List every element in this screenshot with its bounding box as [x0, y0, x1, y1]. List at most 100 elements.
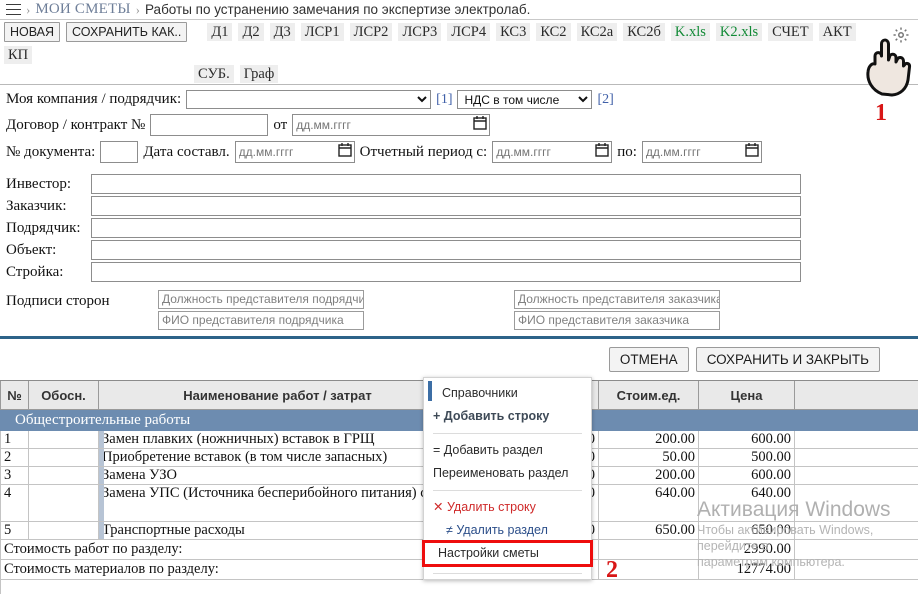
tag-akt[interactable]: АКТ: [818, 23, 856, 41]
tag-ks3[interactable]: КС3: [496, 23, 531, 41]
tag-d3[interactable]: Д3: [269, 23, 295, 41]
header-name[interactable]: Наименование работ / затрат: [98, 381, 457, 410]
tag-ks2[interactable]: КС2: [536, 23, 571, 41]
object-input[interactable]: [91, 240, 801, 260]
contract-date-wrap: [292, 114, 491, 136]
tag-k-xls[interactable]: K.xls: [670, 23, 710, 41]
tag-kp[interactable]: КП: [4, 46, 33, 64]
total-works-pad3: [794, 539, 918, 560]
contractor-position-field[interactable]: Должность представителя подрядчика: [158, 290, 364, 309]
header-price[interactable]: Цена: [698, 381, 795, 410]
header-unit-cost[interactable]: Стоим.ед.: [598, 381, 699, 410]
form-actions: ОТМЕНА СОХРАНИТЬ И ЗАКРЫТЬ: [0, 339, 918, 380]
vat-select[interactable]: НДС в том числе: [457, 90, 593, 109]
row-unit-cost[interactable]: 50.00: [598, 448, 699, 467]
row-name[interactable]: Замен плавких (ножничных) вставок в ГРЩ: [98, 430, 457, 449]
row-grip[interactable]: [99, 522, 104, 539]
toolbar: НОВАЯ СОХРАНИТЬ КАК.. Д1 Д2 Д3 ЛСР1 ЛСР2…: [0, 20, 918, 85]
compile-date-input[interactable]: [234, 141, 355, 163]
row-grip[interactable]: [99, 467, 104, 484]
period-to-input[interactable]: [641, 141, 762, 163]
parties-block: Инвестор: Заказчик: Подрядчик: Объект: С…: [0, 172, 918, 282]
tag-lsr4[interactable]: ЛСР4: [447, 23, 491, 41]
customer-name-field[interactable]: ФИО представителя заказчика: [514, 311, 720, 330]
row-name[interactable]: Замена УПС (Источника бесперибойного пит…: [98, 484, 457, 522]
contract-date-input[interactable]: [292, 114, 491, 136]
header-extra[interactable]: [794, 381, 918, 410]
menu-item-rename-section[interactable]: Переименовать раздел: [424, 462, 591, 485]
compile-date-label: Дата составл.: [143, 143, 230, 160]
row-grip[interactable]: [99, 431, 104, 448]
menu-item-delete-row[interactable]: ✕ Удалить строку: [424, 496, 591, 519]
row-price[interactable]: 650.00: [698, 521, 795, 540]
row-price[interactable]: 600.00: [698, 466, 795, 485]
company-select[interactable]: [186, 90, 432, 109]
row-price[interactable]: 640.00: [698, 484, 795, 522]
construction-label: Стройка:: [6, 263, 64, 280]
customer-label: Заказчик:: [6, 197, 67, 214]
tag-graf[interactable]: Граф: [239, 65, 279, 83]
row-basis[interactable]: [28, 448, 99, 467]
period-from-input[interactable]: [492, 141, 613, 163]
row-unit-cost[interactable]: 200.00: [598, 466, 699, 485]
customer-position-field[interactable]: Должность представителя заказчика: [514, 290, 720, 309]
breadcrumb: › МОИ СМЕТЫ › Работы по устранению замеч…: [0, 0, 918, 20]
row-basis[interactable]: [28, 484, 99, 522]
row-basis[interactable]: [28, 466, 99, 485]
new-button[interactable]: НОВАЯ: [4, 22, 61, 42]
menu-item-add-section[interactable]: = Добавить раздел: [424, 439, 591, 462]
row-name[interactable]: Транспортные расходы: [98, 521, 457, 540]
save-and-close-button[interactable]: СОХРАНИТЬ И ЗАКРЫТЬ: [695, 347, 880, 372]
row-unit-cost[interactable]: 640.00: [598, 484, 699, 522]
investor-input[interactable]: [91, 174, 801, 194]
menu-item-estimate-settings[interactable]: Настройки сметы: [422, 540, 593, 567]
row-name[interactable]: Приобретение вставок (в том числе запасн…: [98, 448, 457, 467]
tag-d2[interactable]: Д2: [238, 23, 264, 41]
doc-no-input[interactable]: [100, 141, 139, 163]
row-extra: [794, 448, 918, 467]
row-unit-cost[interactable]: 650.00: [598, 521, 699, 540]
contractor-name-field[interactable]: ФИО представителя подрядчика: [158, 311, 364, 330]
row-grip[interactable]: [99, 485, 104, 521]
row-grip[interactable]: [99, 449, 104, 466]
tag-lsr2[interactable]: ЛСР2: [349, 23, 393, 41]
contractor-input[interactable]: [91, 218, 801, 238]
row-basis[interactable]: [28, 521, 99, 540]
row-price[interactable]: 600.00: [698, 430, 795, 449]
tag-k2-xls[interactable]: K2.xls: [715, 23, 763, 41]
construction-input[interactable]: [91, 262, 801, 282]
section-tail: [794, 409, 918, 431]
tag-ks2a[interactable]: КС2а: [576, 23, 618, 41]
tag-lsr3[interactable]: ЛСР3: [398, 23, 442, 41]
header-index[interactable]: №: [0, 381, 29, 410]
row-name[interactable]: Замена УЗО: [98, 466, 457, 485]
row-basis[interactable]: [28, 430, 99, 449]
contract-number-input[interactable]: [150, 114, 269, 136]
company-label: Моя компания / подрядчик:: [6, 91, 182, 107]
tag-lsr1[interactable]: ЛСР1: [300, 23, 344, 41]
party-row-construction: Стройка:: [6, 262, 912, 282]
vat-ref-link[interactable]: [2]: [597, 92, 613, 108]
save-as-button[interactable]: СОХРАНИТЬ КАК..: [66, 22, 188, 42]
gear-icon[interactable]: [892, 26, 910, 44]
tag-sub[interactable]: СУБ.: [194, 65, 234, 83]
tag-schet[interactable]: СЧЕТ: [768, 23, 813, 41]
customer-input[interactable]: [91, 196, 801, 216]
menu-item-delete-section[interactable]: ≠ Удалить раздел: [424, 519, 591, 542]
row-drag-handle-icon[interactable]: [99, 449, 100, 466]
doc-no-label: № документа:: [6, 143, 96, 160]
toolbar-row-primary: НОВАЯ СОХРАНИТЬ КАК.. Д1 Д2 Д3 ЛСР1 ЛСР2…: [4, 22, 914, 64]
tag-ks2b[interactable]: КС2б: [623, 23, 665, 41]
breadcrumb-root[interactable]: МОИ СМЕТЫ: [35, 1, 130, 18]
company-ref-link[interactable]: [1]: [436, 92, 452, 108]
row-unit-cost[interactable]: 200.00: [598, 430, 699, 449]
menu-item-add-row[interactable]: + Добавить строку: [424, 405, 591, 428]
hamburger-icon[interactable]: [6, 3, 21, 16]
cancel-button[interactable]: ОТМЕНА: [608, 347, 689, 372]
row-price[interactable]: 500.00: [698, 448, 795, 467]
tag-d1[interactable]: Д1: [207, 23, 233, 41]
header-basis[interactable]: Обосн.: [28, 381, 99, 410]
menu-item-reference-books[interactable]: Справочники: [424, 381, 591, 405]
menu-separator-1: [433, 433, 582, 434]
breadcrumb-separator-2: ›: [135, 1, 140, 17]
